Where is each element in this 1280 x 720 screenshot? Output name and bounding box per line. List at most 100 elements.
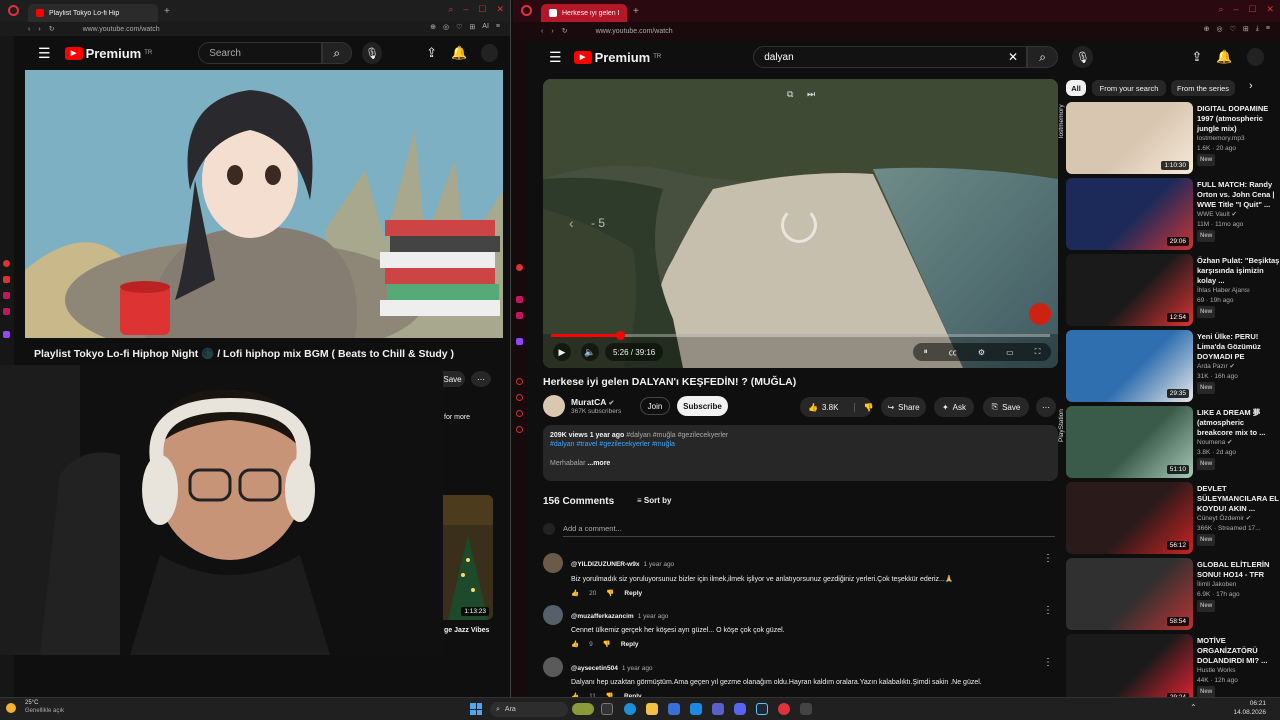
- related-channel[interactable]: WWE Vault ✔: [1197, 210, 1280, 220]
- clear-search-icon[interactable]: ✕: [1008, 50, 1018, 64]
- upload-icon[interactable]: ⇪: [426, 45, 437, 61]
- comment-menu-icon[interactable]: ⋮: [1043, 657, 1053, 668]
- related-title[interactable]: DEVLET SÜLEYMANCILARA EL KOYDU! AKIN ...: [1197, 484, 1280, 514]
- sidebar-instagram-icon[interactable]: [3, 292, 10, 299]
- weather-temp[interactable]: 25°C: [25, 700, 38, 706]
- comment-menu-icon[interactable]: ⋮: [1043, 553, 1053, 564]
- ai-icon[interactable]: AI: [482, 23, 489, 31]
- steam-icon[interactable]: [756, 703, 768, 715]
- sort-by-button[interactable]: ≡ Sort by: [637, 496, 671, 505]
- volume-icon[interactable]: 🔈: [581, 343, 599, 361]
- teams-icon[interactable]: [712, 703, 724, 715]
- app-icon[interactable]: [690, 703, 702, 715]
- related-video-item[interactable]: 29:35 Yeni Ülke: PERU! Lima'da Gözümüz DO…: [1066, 330, 1280, 402]
- fullscreen-icon[interactable]: ⛶: [1035, 347, 1041, 357]
- menu-icon[interactable]: ☰: [549, 49, 562, 66]
- windows-start-icon[interactable]: [470, 703, 482, 715]
- upload-icon[interactable]: ⇪: [1191, 49, 1202, 65]
- discord-icon[interactable]: [734, 703, 746, 715]
- sidebar-cube-icon[interactable]: [516, 410, 523, 417]
- search-input[interactable]: Search: [198, 42, 322, 64]
- pip-icon[interactable]: ⧉: [787, 89, 793, 100]
- channel-name-row[interactable]: MuratCA ✔: [571, 397, 614, 407]
- left-more-button[interactable]: ⋯: [471, 371, 491, 387]
- related-thumbnail[interactable]: 29:35: [1066, 330, 1193, 402]
- main-video-player[interactable]: ⧉ ⏭ ‹ - 5 ▶ 🔈 5:26 / 39:16 ⏸ ㏄ ⚙ ▭ ⛶: [543, 79, 1058, 368]
- related-thumbnail[interactable]: 29:24: [1066, 634, 1193, 697]
- back-icon[interactable]: ‹: [28, 26, 30, 33]
- channel-avatar[interactable]: [543, 395, 565, 417]
- opera-logo-icon[interactable]: [8, 5, 19, 16]
- edge-icon[interactable]: [624, 703, 636, 715]
- weather-text[interactable]: Genellikle açık: [25, 708, 64, 714]
- sidebar-history-icon[interactable]: [516, 378, 523, 385]
- chip-from-your-search[interactable]: From your search: [1092, 80, 1166, 96]
- subtitles-icon[interactable]: ㏄: [949, 347, 957, 358]
- bell-icon[interactable]: 🔔: [1216, 49, 1232, 65]
- close-icon[interactable]: ✕: [1266, 4, 1274, 15]
- extension-icon[interactable]: ⊞: [469, 23, 475, 31]
- reply-button[interactable]: Reply: [621, 641, 639, 648]
- maximize-icon[interactable]: ☐: [478, 4, 486, 15]
- related-title[interactable]: GLOBAL ELİTLERİN SONU! HO14 - TFR: [1197, 560, 1280, 580]
- sidebar-instagram-icon[interactable]: [516, 296, 523, 303]
- reload-icon[interactable]: ↻: [562, 27, 568, 35]
- right-tab[interactable]: Herkese iyi gelen DALYAN': [541, 4, 627, 22]
- mic-icon[interactable]: 🎙: [361, 42, 383, 64]
- sidebar-messenger-icon[interactable]: [3, 276, 10, 283]
- more-actions-button[interactable]: ⋯: [1036, 397, 1056, 417]
- theater-mode-icon[interactable]: ▭: [1006, 348, 1014, 357]
- related-video-item[interactable]: 58:54 GLOBAL ELİTLERİN SONU! HO14 - TFR İl…: [1066, 558, 1280, 630]
- left-tab[interactable]: Playlist Tokyo Lo-fi Hip: [28, 4, 158, 22]
- progress-track[interactable]: [551, 331, 1050, 340]
- related-thumbnail[interactable]: 29:06: [1066, 178, 1193, 250]
- related-channel[interactable]: Cüneyt Özdemir ✔: [1197, 514, 1280, 524]
- comment-time[interactable]: 1 year ago: [643, 561, 674, 568]
- right-url[interactable]: www.youtube.com/watch: [596, 28, 673, 35]
- related-video-item[interactable]: 56:12 DEVLET SÜLEYMANCILARA EL KOYDU! AKI…: [1066, 482, 1280, 554]
- related-channel[interactable]: İlimli Jakoben: [1197, 580, 1280, 590]
- settings-icon[interactable]: ⚙: [978, 348, 985, 357]
- related-channel[interactable]: Arda Pazır ✔: [1197, 362, 1280, 372]
- play-button[interactable]: ▶: [553, 343, 571, 361]
- chip-from-the-series[interactable]: From the series: [1171, 80, 1235, 96]
- forward-icon[interactable]: ›: [551, 28, 553, 35]
- reply-button[interactable]: Reply: [624, 590, 642, 597]
- related-thumbnail[interactable]: 1:10:30: [1066, 102, 1193, 174]
- description-tags[interactable]: #dalyan #muğla #gezilecekyerler: [626, 432, 728, 439]
- comment-avatar[interactable]: [543, 657, 563, 677]
- youtube-premium-logo[interactable]: ▶ Premium TR: [64, 46, 152, 61]
- dislike-icon[interactable]: 👎: [606, 589, 614, 597]
- avatar[interactable]: [1246, 48, 1264, 66]
- chip-all[interactable]: All: [1066, 80, 1086, 96]
- bell-icon[interactable]: 🔔: [451, 45, 467, 61]
- store-icon[interactable]: [668, 703, 680, 715]
- comment-user[interactable]: @muzafferkazancim: [571, 613, 634, 620]
- clock-time[interactable]: 06:21: [1226, 700, 1266, 707]
- search-icon[interactable]: ⌕: [1218, 4, 1223, 15]
- download-icon[interactable]: ⤓: [1256, 25, 1259, 33]
- menu-icon[interactable]: ≡: [1266, 25, 1270, 33]
- left-save-button[interactable]: Save: [440, 371, 465, 387]
- camera-icon[interactable]: ◎: [443, 23, 449, 31]
- like-icon[interactable]: 👍: [808, 403, 818, 412]
- cast-icon[interactable]: ⏭: [807, 89, 815, 100]
- youtube-premium-logo[interactable]: ▶ Premium TR: [573, 50, 661, 65]
- related-thumbnail[interactable]: 58:54: [1066, 558, 1193, 630]
- sidebar-clock-icon[interactable]: [516, 394, 523, 401]
- new-tab-button[interactable]: +: [164, 6, 170, 17]
- menu-icon[interactable]: ☰: [38, 45, 51, 62]
- related-thumbnail[interactable]: 56:12: [1066, 482, 1193, 554]
- forward-icon[interactable]: ›: [38, 26, 40, 33]
- comment-menu-icon[interactable]: ⋮: [1043, 605, 1053, 616]
- related-video-item[interactable]: 12:54 Özhan Pulat: "Beşiktaş karşısında i…: [1066, 254, 1280, 326]
- related-channel[interactable]: Noumena ✔: [1197, 438, 1280, 448]
- comment-avatar[interactable]: [543, 553, 563, 573]
- maximize-icon[interactable]: ☐: [1248, 4, 1256, 15]
- sidebar-whatsapp-icon[interactable]: [516, 312, 523, 319]
- description-more[interactable]: ...more: [587, 460, 610, 467]
- related-video-item[interactable]: 51:10 LIKE A DREAM 夢 (atmospheric breakco…: [1058, 406, 1280, 478]
- related-video-item[interactable]: 1:10:30 DIGITAL DOPAMINE 1997 (atmospheri…: [1058, 102, 1280, 174]
- left-url[interactable]: www.youtube.com/watch: [83, 26, 160, 33]
- sidebar-settings-icon[interactable]: [516, 426, 523, 433]
